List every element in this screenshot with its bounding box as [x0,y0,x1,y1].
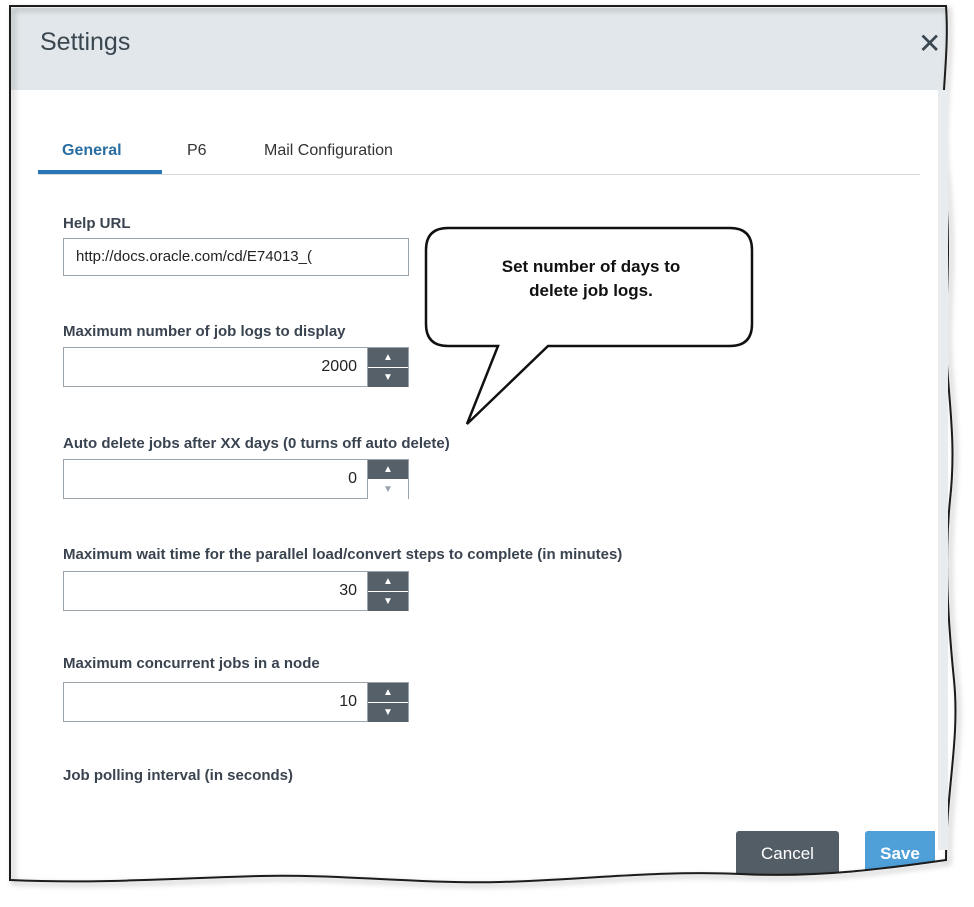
callout-line-1: Set number of days to [501,257,681,276]
scrollbar[interactable] [938,90,948,850]
callout-text: Set number of days to delete job logs. [432,255,750,303]
torn-page-frame [9,0,974,907]
callout-line-2: delete job logs. [529,281,653,300]
